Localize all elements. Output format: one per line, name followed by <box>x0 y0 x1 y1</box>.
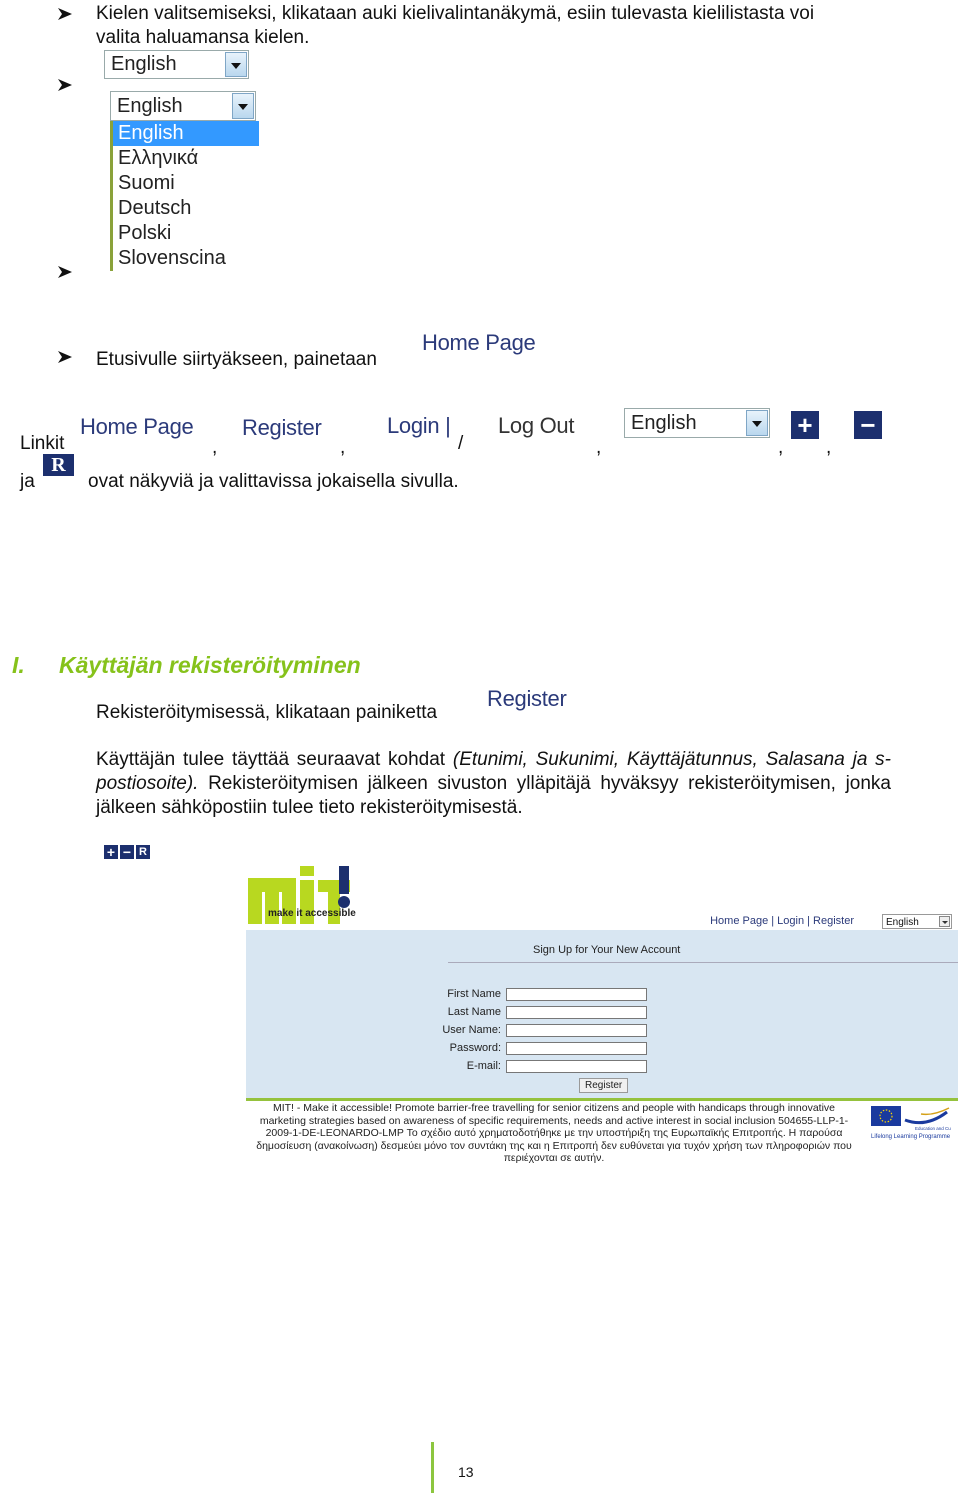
submit-register-button[interactable]: Register <box>579 1078 629 1093</box>
register-link[interactable]: Register <box>242 415 322 441</box>
minus-glyph: − <box>122 844 132 860</box>
site-nav-links[interactable]: Home Page | Login | Register <box>710 915 854 927</box>
section-number: I. <box>12 652 25 678</box>
language-option[interactable]: Deutsch <box>113 196 259 221</box>
register-button[interactable]: Register <box>487 686 567 712</box>
page-number: 13 <box>458 1464 474 1480</box>
registration-paragraph: Käyttäjän tulee täyttää seuraavat kohdat… <box>96 748 891 820</box>
zoom-out-icon[interactable]: − <box>854 409 882 440</box>
separator-comma: , <box>340 437 346 458</box>
bullet-arrow-icon <box>57 350 73 364</box>
site-language-select[interactable]: English <box>882 914 952 929</box>
plus-glyph: + <box>797 409 813 440</box>
separator-slash: / <box>458 433 464 454</box>
last-name-input[interactable] <box>506 1006 647 1019</box>
r-glyph: R <box>139 846 147 858</box>
signup-title: Sign Up for Your New Account <box>533 944 681 956</box>
chevron-down-icon[interactable] <box>225 52 247 77</box>
page-number-bar <box>431 1442 434 1493</box>
language-select-open[interactable]: English <box>110 91 256 121</box>
divider <box>448 962 958 963</box>
field-label: Last Name <box>447 1006 501 1018</box>
language-select[interactable]: English <box>624 408 770 438</box>
zoom-in-icon[interactable]: + <box>791 409 819 440</box>
field-label: First Name <box>447 988 501 1000</box>
home-page-link[interactable]: Home Page <box>80 414 194 440</box>
bullet-arrow-icon <box>57 265 73 279</box>
email-input[interactable] <box>506 1060 647 1073</box>
home-page-button[interactable]: Home Page <box>422 330 536 356</box>
zoom-out-icon[interactable]: − <box>120 844 134 860</box>
language-select-value: English <box>117 95 183 117</box>
register-instruction: Rekisteröitymisessä, klikataan painikett… <box>96 702 438 723</box>
signup-panel: Sign Up for Your New Account First Name … <box>246 930 958 1101</box>
language-option[interactable]: Slovenscina <box>113 246 259 271</box>
language-select-value: English <box>111 53 177 75</box>
language-options-list: English Ελληνικά Suomi Deutsch Polski Sl… <box>110 121 259 271</box>
language-option[interactable]: Ελληνικά <box>113 146 259 171</box>
language-select-value: English <box>631 412 697 434</box>
first-name-input[interactable] <box>506 988 647 1001</box>
field-label: User Name: <box>442 1024 501 1036</box>
section-heading: I. Käyttäjän rekisteröityminen <box>12 652 361 679</box>
user-name-input[interactable] <box>506 1024 647 1037</box>
field-label: E-mail: <box>466 1060 501 1072</box>
login-link[interactable]: Login | <box>387 413 451 439</box>
password-input[interactable] <box>506 1042 647 1055</box>
reset-icon[interactable]: R <box>136 845 150 859</box>
language-option[interactable]: English <box>113 121 259 146</box>
bullet-arrow-icon <box>57 78 73 92</box>
form-row-password: Password: <box>396 1042 656 1056</box>
section-title: Käyttäjän rekisteröityminen <box>59 652 361 678</box>
language-option[interactable]: Suomi <box>113 171 259 196</box>
plus-glyph: + <box>106 844 116 860</box>
field-label: Password: <box>449 1042 501 1054</box>
mit-logo: make it accessible <box>248 866 356 924</box>
zoom-in-icon[interactable]: + <box>104 844 118 860</box>
chevron-down-icon[interactable] <box>232 93 254 119</box>
para-text: Rekisteröitymisen jälkeen sivuston ylläp… <box>96 773 891 818</box>
reset-icon[interactable]: R <box>43 454 74 476</box>
separator-comma: , <box>212 437 218 458</box>
links-tail: ovat näkyviä ja valittavissa jokaisella … <box>88 471 459 492</box>
para-text: Käyttäjän tulee täyttää seuraavat kohdat <box>96 749 453 770</box>
svg-text:Education and Culture DG: Education and Culture DG <box>915 1126 951 1131</box>
intro-line-2: valita haluamansa kielen. <box>96 27 310 48</box>
chevron-down-icon[interactable] <box>939 916 950 927</box>
log-out-link[interactable]: Log Out <box>498 413 574 439</box>
site-footer-text: MIT! - Make it accessible! Promote barri… <box>256 1102 852 1164</box>
links-lead: Linkit <box>20 433 65 454</box>
site-language-value: English <box>886 917 919 928</box>
language-option[interactable]: Polski <box>113 221 259 246</box>
minus-glyph: − <box>860 409 876 440</box>
links-ja: ja <box>20 471 35 492</box>
form-row-last-name: Last Name <box>396 1006 656 1020</box>
chevron-down-icon[interactable] <box>746 410 768 436</box>
form-row-first-name: First Name <box>396 988 656 1002</box>
form-row-email: E-mail: <box>396 1060 656 1074</box>
website-screenshot: make it accessible Home Page | Login | R… <box>246 862 958 1167</box>
svg-text:make it accessible: make it accessible <box>268 908 356 919</box>
separator-comma: , <box>826 437 832 458</box>
svg-text:Lifelong Learning Programme: Lifelong Learning Programme <box>871 1134 951 1140</box>
eu-lifelong-learning-logo: Education and Culture DG Lifelong Learni… <box>871 1106 951 1140</box>
homepage-instruction: Etusivulle siirtyäkseen, painetaan <box>96 349 377 370</box>
language-select-closed[interactable]: English <box>104 50 249 79</box>
intro-line-1: Kielen valitsemiseksi, klikataan auki ki… <box>96 3 815 24</box>
r-glyph: R <box>51 453 66 476</box>
separator-comma: , <box>778 437 784 458</box>
form-row-user-name: User Name: <box>396 1024 656 1038</box>
bullet-arrow-icon <box>57 7 73 21</box>
separator-comma: , <box>596 437 602 458</box>
